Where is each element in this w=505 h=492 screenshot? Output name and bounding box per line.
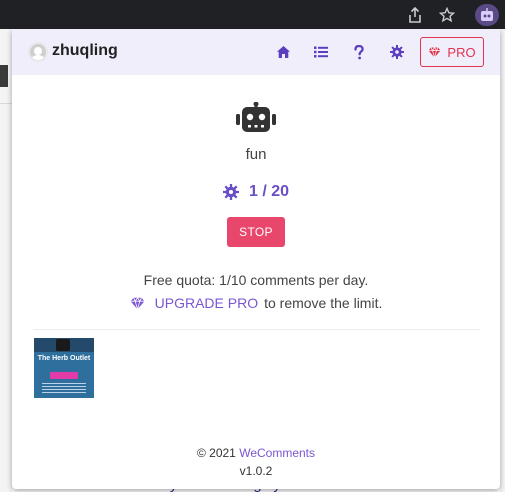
pro-button[interactable]: PRO — [420, 37, 484, 67]
upgrade-suffix: to remove the limit. — [264, 295, 383, 311]
post-thumbnail[interactable]: The Herb Outlet — [34, 338, 94, 398]
copyright-text: © 2021 — [196, 446, 236, 460]
progress-indicator: 1 / 20 — [12, 183, 500, 201]
extension-popup: zhuqling PRO fun 1 / 20 STOP Free quota:… — [12, 29, 500, 489]
popup-header: zhuqling PRO — [12, 29, 500, 75]
background-page-edge — [0, 29, 12, 492]
username: zhuqling — [52, 42, 118, 59]
share-icon[interactable] — [404, 4, 426, 26]
upgrade-line: UPGRADE PRO to remove the limit. — [12, 295, 500, 311]
thumbnail-highlight — [50, 372, 78, 379]
divider — [33, 329, 480, 330]
background-page-element — [0, 65, 8, 87]
progress-text: 1 / 20 — [248, 183, 290, 200]
star-icon[interactable] — [436, 4, 458, 26]
robot-icon — [236, 101, 276, 134]
gem-icon — [130, 296, 145, 310]
stop-button[interactable]: STOP — [227, 217, 285, 247]
background-page-edge-right — [500, 29, 505, 492]
spinning-cog-icon — [222, 184, 239, 200]
thumbnail-title: The Herb Outlet — [37, 355, 91, 362]
pro-label: PRO — [447, 44, 476, 60]
thumbnail-text-lines — [42, 383, 86, 393]
wecomments-link[interactable]: WeComments — [239, 446, 315, 460]
settings-icon[interactable] — [388, 43, 406, 61]
help-icon[interactable] — [350, 43, 368, 61]
quota-text: Free quota: 1/10 comments per day. — [143, 272, 369, 288]
background-page-divider — [0, 103, 12, 104]
thumbnail-logo — [56, 339, 70, 351]
browser-toolbar — [0, 0, 505, 29]
version-text: v1.0.2 — [239, 464, 273, 478]
avatar — [28, 42, 48, 62]
upgrade-pro-link[interactable]: UPGRADE PRO — [155, 295, 258, 311]
extension-icon[interactable] — [475, 4, 499, 26]
footer-copyright: © 2021 WeComments — [12, 446, 500, 460]
home-icon[interactable] — [274, 43, 292, 61]
list-icon[interactable] — [312, 43, 330, 61]
task-name: fun — [245, 146, 267, 163]
gem-icon — [428, 46, 441, 58]
